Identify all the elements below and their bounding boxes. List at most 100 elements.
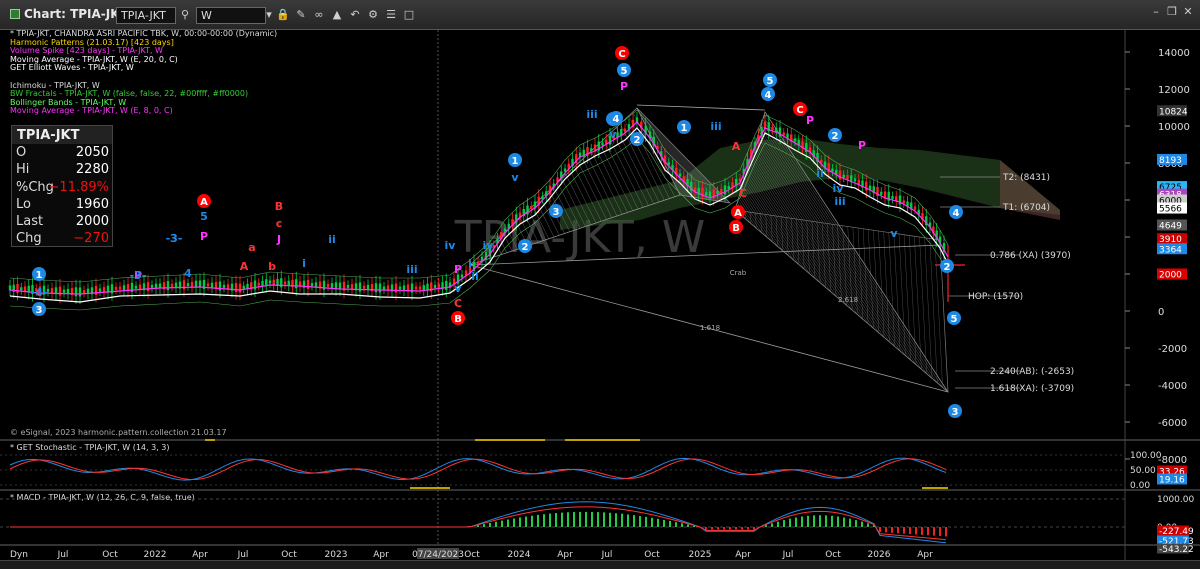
candle-body: [891, 196, 894, 199]
time-axis-label: Apr: [917, 550, 933, 560]
fib-level-label: T1: (6704): [1002, 203, 1050, 213]
time-axis-label: Oct: [281, 550, 297, 560]
elliott-wave-label: 2: [634, 135, 641, 146]
candle-body: [913, 206, 917, 210]
elliott-wave-label: P: [620, 80, 628, 93]
databox-value: 2280: [75, 162, 109, 178]
elliott-wave-label: v: [890, 227, 898, 240]
search-icon[interactable]: ⚲: [178, 8, 192, 22]
hatch-line: [898, 233, 906, 356]
macd-histogram-bar: [723, 527, 725, 530]
elliott-wave-label: -3-: [166, 232, 183, 245]
legend-item[interactable]: GET Elliott Waves - TPIA-JKT, W: [10, 64, 277, 73]
time-axis-label: Oct: [464, 550, 480, 560]
elliott-wave-label: J: [276, 233, 281, 246]
macd-histogram-bar: [591, 511, 593, 527]
macd-histogram-bar: [933, 527, 935, 536]
candle-body: [716, 191, 719, 194]
price-tick-label: 14000: [1158, 48, 1190, 59]
macd-histogram-bar: [747, 527, 749, 530]
databox-symbol: TPIA-JKT: [12, 126, 112, 144]
window-titlebar: Chart: TPIA-JKT, W ⚲ ▾ 🔒 ✎ ∞ ▲ ↶ ⚙ ☰ □ –…: [0, 0, 1200, 30]
macd-histogram-bar: [813, 515, 815, 527]
elliott-wave-label: B: [454, 314, 462, 325]
candle-body: [118, 286, 122, 290]
databox-value: 2050: [75, 145, 109, 160]
macd-histogram-bar: [783, 520, 785, 527]
macd-histogram-bar: [879, 527, 881, 533]
link-icon[interactable]: ∞: [312, 8, 326, 22]
lock-icon[interactable]: 🔒: [276, 8, 290, 22]
elliott-wave-label: iii: [834, 195, 845, 208]
draw-icon[interactable]: ✎: [294, 8, 308, 22]
price-tick-label: -2000: [1158, 344, 1187, 355]
candle-body: [705, 192, 708, 196]
price-tick-label: 12000: [1158, 85, 1190, 96]
macd-histogram-bar: [795, 517, 797, 527]
databox-value: −11.89%: [48, 179, 109, 195]
macd-histogram-bar: [483, 524, 485, 527]
macd-histogram-bar: [567, 512, 569, 527]
candle-body: [16, 284, 19, 293]
box-icon[interactable]: □: [402, 8, 416, 22]
elliott-wave-label: 5: [621, 66, 628, 77]
candle-body: [623, 128, 627, 132]
interval-input[interactable]: [196, 7, 266, 24]
candle-body: [234, 283, 238, 293]
macd-histogram-bar: [909, 527, 911, 535]
databox-value: 1960: [75, 196, 109, 212]
restore-icon[interactable]: ❐: [1166, 6, 1178, 18]
macd-histogram-bar: [915, 527, 917, 535]
candle-body: [94, 285, 98, 295]
macd-histogram-bar: [777, 521, 779, 527]
macd-histogram-bar: [585, 511, 587, 527]
candle-body: [166, 281, 170, 291]
hatch-line: [934, 239, 943, 388]
elliott-wave-label: 1: [36, 270, 43, 281]
hatch-line: [816, 221, 821, 283]
candle-body: [831, 168, 834, 172]
time-axis-label: 2026: [868, 550, 891, 560]
elliott-wave-label: C: [739, 187, 747, 200]
elliott-wave-label: B: [275, 200, 283, 213]
candle-body: [414, 286, 418, 290]
macd-tick: 1000.00: [1157, 495, 1194, 505]
macd-histogram-bar: [615, 513, 617, 527]
elliott-wave-label: 3: [36, 305, 43, 316]
elliott-wave-label: ii: [328, 233, 336, 246]
minimize-icon[interactable]: –: [1150, 6, 1162, 18]
candle-body: [261, 281, 264, 286]
menu-icon[interactable]: ☰: [384, 8, 398, 22]
stoch-tick: 0.00: [1130, 481, 1150, 491]
fib-level-label: T2: (8431): [1002, 173, 1050, 183]
legend-item[interactable]: Moving Average - TPIA-JKT, W (E, 8, 0, C…: [10, 107, 277, 116]
pin-icon[interactable]: ▲: [330, 8, 344, 22]
candle-body: [82, 290, 86, 294]
stoch-tick: 100.00: [1130, 451, 1162, 461]
candle-body: [186, 283, 190, 287]
macd-histogram-bar: [885, 527, 887, 533]
price-tag-label: 10824: [1159, 107, 1188, 117]
close-icon[interactable]: ✕: [1182, 6, 1194, 18]
macd-histogram-bar: [711, 527, 713, 530]
candle-body: [138, 284, 142, 290]
price-tag-label: 3364: [1159, 245, 1182, 255]
fib-label: 2.618: [838, 296, 858, 304]
candle-body: [771, 127, 774, 130]
candle-body: [114, 286, 118, 290]
hatch-line: [750, 212, 752, 224]
settings-icon[interactable]: ⚙: [366, 8, 380, 22]
symbol-input[interactable]: [116, 7, 176, 24]
stochastic-label: * GET Stochastic - TPIA-JKT, W (14, 3, 3…: [10, 443, 170, 452]
dropdown-icon[interactable]: ▾: [262, 8, 276, 22]
hatch-line: [878, 230, 885, 338]
undo-icon[interactable]: ↶: [348, 8, 362, 22]
macd-signal-line: [10, 506, 947, 541]
candle-body: [122, 285, 126, 291]
candle-body: [102, 287, 106, 293]
time-axis-label: Apr: [192, 550, 208, 560]
macd-histogram-bar: [525, 516, 527, 527]
candle-body: [50, 288, 54, 294]
candle-body: [445, 280, 448, 290]
elliott-wave-label: P: [454, 263, 462, 276]
